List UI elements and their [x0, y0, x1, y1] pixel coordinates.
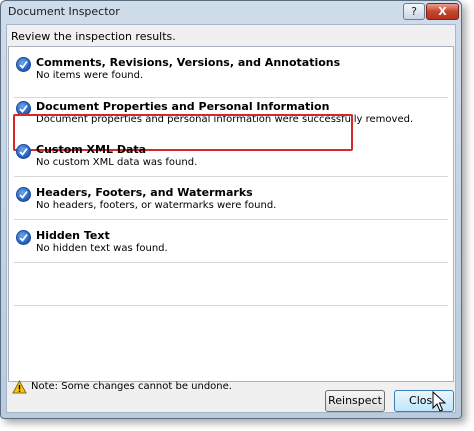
- document-inspector-window: Document Inspector ? X Review the inspec…: [0, 0, 462, 419]
- reinspect-button[interactable]: Reinspect: [325, 390, 385, 412]
- result-item-comments: Comments, Revisions, Versions, and Annot…: [9, 54, 453, 94]
- pointer-cursor-icon: [432, 391, 446, 412]
- close-window-button[interactable]: X: [426, 3, 459, 20]
- note-text: Note: Some changes cannot be undone.: [31, 381, 232, 392]
- results-list[interactable]: Comments, Revisions, Versions, and Annot…: [8, 46, 454, 382]
- result-item-headers-footers: Headers, Footers, and Watermarks No head…: [9, 184, 453, 224]
- divider: [14, 305, 448, 306]
- result-description: No custom XML data was found.: [36, 157, 198, 168]
- checkmark-icon: [16, 187, 31, 202]
- help-button[interactable]: ?: [403, 3, 425, 20]
- result-description: No headers, footers, or watermarks were …: [36, 200, 277, 211]
- result-item-custom-xml: Custom XML Data No custom XML data was f…: [9, 141, 453, 181]
- window-title: Document Inspector: [8, 5, 120, 18]
- checkmark-icon: [16, 230, 31, 245]
- result-description: No items were found.: [36, 70, 144, 81]
- dialog-body: Review the inspection results. Comments,…: [6, 24, 456, 413]
- result-item-hidden-text: Hidden Text No hidden text was found.: [9, 227, 453, 267]
- result-title: Comments, Revisions, Versions, and Annot…: [36, 56, 341, 69]
- result-title: Hidden Text: [36, 229, 110, 242]
- checkmark-icon: [16, 57, 31, 72]
- result-title: Headers, Footers, and Watermarks: [36, 186, 253, 199]
- result-title: Document Properties and Personal Informa…: [36, 100, 330, 113]
- checkmark-icon: [16, 144, 31, 159]
- warning-icon: [12, 379, 27, 397]
- result-title: Custom XML Data: [36, 143, 147, 156]
- title-bar[interactable]: Document Inspector ? X: [1, 1, 461, 23]
- instruction-text: Review the inspection results.: [11, 30, 176, 43]
- result-description: No hidden text was found.: [36, 243, 168, 254]
